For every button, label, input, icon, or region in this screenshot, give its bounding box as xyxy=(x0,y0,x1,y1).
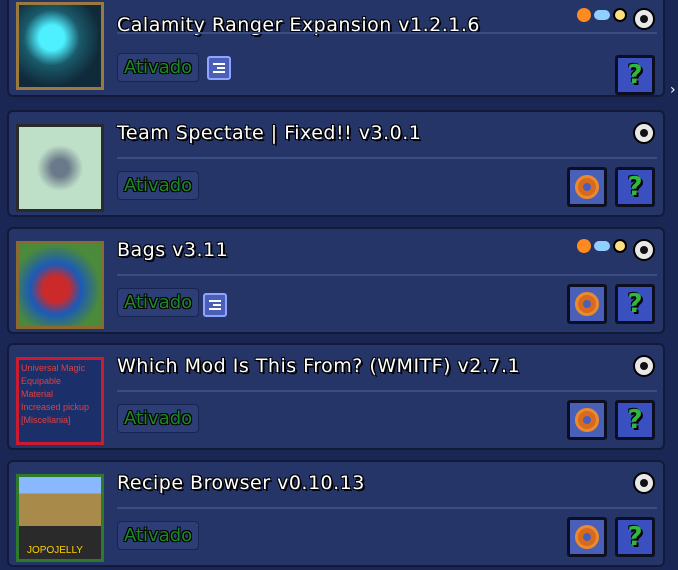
status-toggle[interactable]: Ativado xyxy=(117,288,200,317)
mod-list: Calamity Ranger Expansion v1.2.1.6 Ativa… xyxy=(0,0,678,570)
question-icon: ? xyxy=(627,522,643,552)
mod-entry: Calamity Ranger Expansion v1.2.1.6 Ativa… xyxy=(7,0,665,97)
mod-icon xyxy=(16,2,104,90)
settings-button[interactable] xyxy=(567,167,607,207)
question-icon: ? xyxy=(627,289,643,319)
divider xyxy=(117,157,657,159)
mod-entry: Team Spectate | Fixed!! v3.0.1 Ativado ? xyxy=(7,110,665,217)
mod-title: Recipe Browser v0.10.13 xyxy=(117,472,365,494)
divider xyxy=(117,274,657,276)
steam-icon xyxy=(633,239,655,261)
side-icons xyxy=(577,8,627,22)
mod-icon: Universal Magic Equipable Material Incre… xyxy=(16,357,104,445)
gear-icon xyxy=(575,408,599,432)
mod-title: Bags v3.11 xyxy=(117,239,229,261)
mod-entry: Universal Magic Equipable Material Incre… xyxy=(7,343,665,450)
mod-icon xyxy=(16,241,104,329)
divider xyxy=(117,32,657,34)
settings-button[interactable] xyxy=(567,284,607,324)
help-button[interactable]: ? xyxy=(615,284,655,324)
config-icon[interactable] xyxy=(207,56,231,80)
mod-entry: Bags v3.11 Ativado ? xyxy=(7,227,665,334)
fire-icon xyxy=(577,8,591,22)
steam-icon xyxy=(633,8,655,30)
steam-icon xyxy=(633,122,655,144)
divider xyxy=(117,507,657,509)
mod-icon: JOPOJELLY xyxy=(16,474,104,562)
clock-icon xyxy=(613,239,627,253)
divider xyxy=(117,390,657,392)
help-button[interactable]: ? xyxy=(615,55,655,95)
fire-icon xyxy=(577,239,591,253)
clock-icon xyxy=(613,8,627,22)
question-icon: ? xyxy=(627,405,643,435)
config-icon[interactable] xyxy=(203,293,227,317)
help-button[interactable]: ? xyxy=(615,517,655,557)
cloud-icon xyxy=(594,10,610,20)
status-toggle[interactable]: Ativado xyxy=(117,53,200,82)
side-icons xyxy=(577,239,627,253)
icon-logo-text: JOPOJELLY xyxy=(27,545,83,556)
cloud-icon xyxy=(594,241,610,251)
cursor-icon: › xyxy=(670,82,676,98)
steam-icon xyxy=(633,355,655,377)
help-button[interactable]: ? xyxy=(615,167,655,207)
help-button[interactable]: ? xyxy=(615,400,655,440)
mod-title: Team Spectate | Fixed!! v3.0.1 xyxy=(117,122,422,144)
status-toggle[interactable]: Ativado xyxy=(117,521,200,550)
icon-text: Universal Magic Equipable Material Incre… xyxy=(21,363,90,425)
settings-button[interactable] xyxy=(567,400,607,440)
mod-title: Which Mod Is This From? (WMITF) v2.7.1 xyxy=(117,355,521,377)
gear-icon xyxy=(575,525,599,549)
mod-icon xyxy=(16,124,104,212)
gear-icon xyxy=(575,175,599,199)
mod-entry: JOPOJELLY Recipe Browser v0.10.13 Ativad… xyxy=(7,460,665,567)
gear-icon xyxy=(575,292,599,316)
steam-icon xyxy=(633,472,655,494)
status-toggle[interactable]: Ativado xyxy=(117,171,200,200)
settings-button[interactable] xyxy=(567,517,607,557)
question-icon: ? xyxy=(627,172,643,202)
question-icon: ? xyxy=(627,60,643,90)
status-toggle[interactable]: Ativado xyxy=(117,404,200,433)
